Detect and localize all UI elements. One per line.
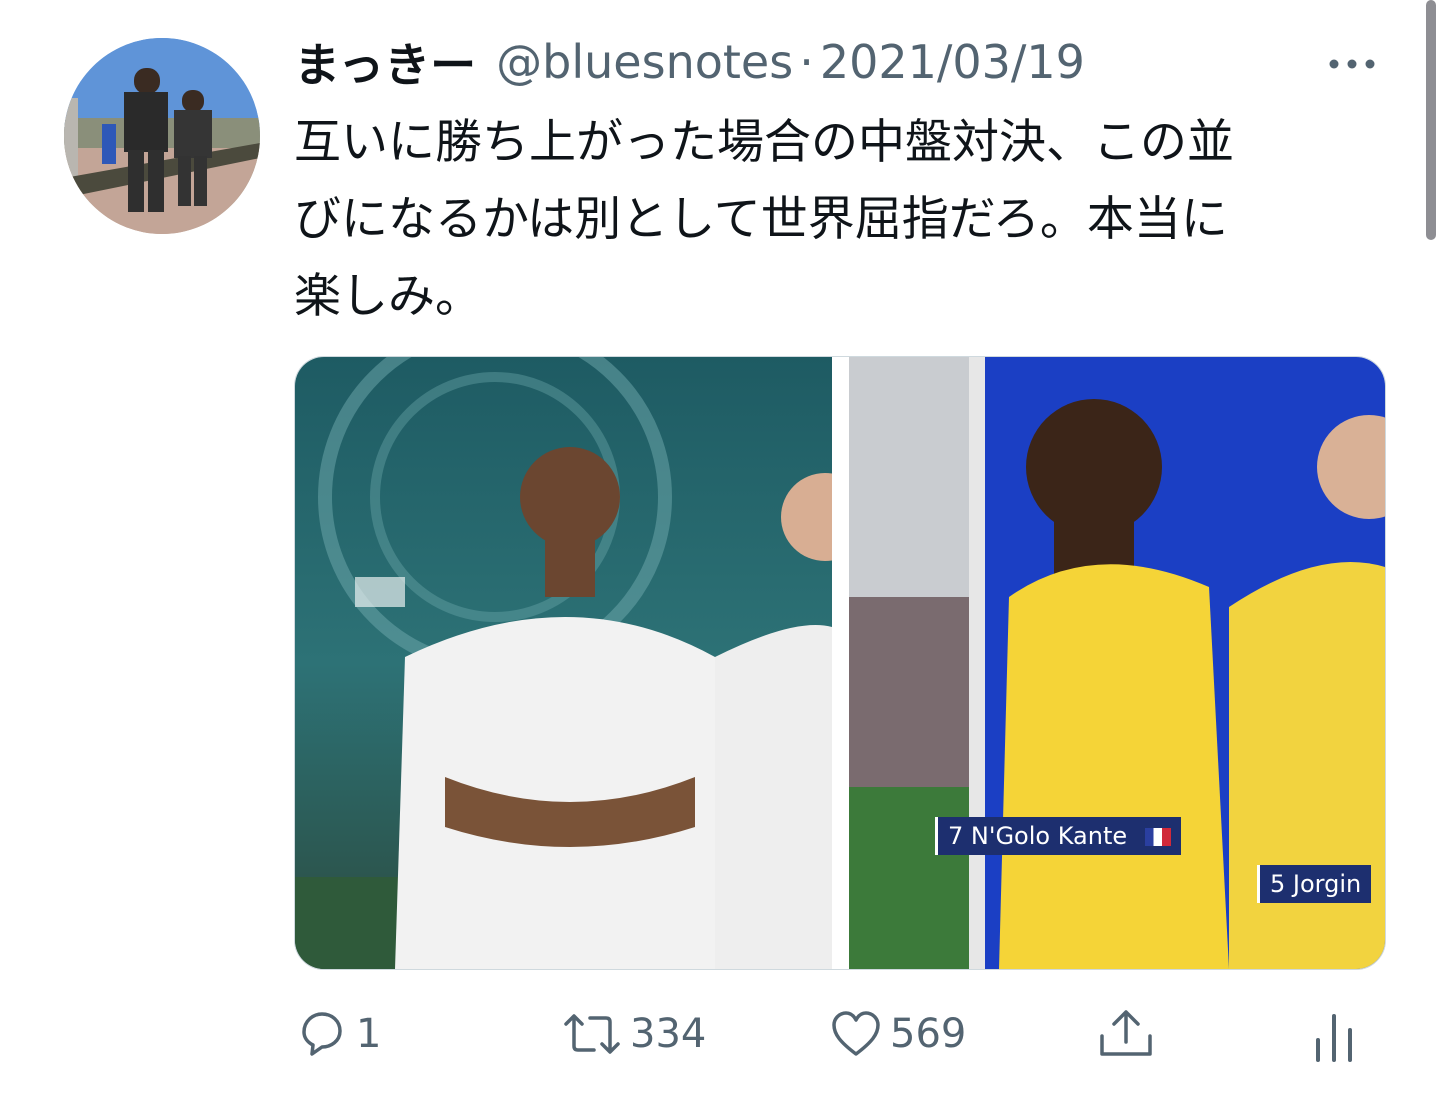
- tweet-text-line: 互いに勝ち上がった場合の中盤対決、この並: [294, 115, 1234, 170]
- like-button[interactable]: 569: [828, 1002, 966, 1066]
- tweet-actions: 1 334 569: [294, 1002, 1384, 1066]
- share-icon: [1100, 1010, 1152, 1056]
- tweet-text-line: 楽しみ。: [294, 269, 482, 324]
- heart-icon: [832, 1011, 880, 1056]
- display-name[interactable]: まっきー: [294, 29, 476, 95]
- caption-text: 5 Jorgin: [1270, 870, 1362, 898]
- player-caption-kante: 7 N'Golo Kante: [935, 817, 1182, 855]
- share-button[interactable]: [1094, 1002, 1158, 1066]
- separator: ·: [799, 35, 814, 89]
- player-caption-jorginho: 5 Jorgin: [1257, 865, 1372, 903]
- scrollbar[interactable]: [1426, 0, 1436, 240]
- retweet-icon: [564, 1014, 620, 1054]
- media-image-left[interactable]: [295, 357, 832, 969]
- analytics-icon: [1316, 1014, 1352, 1062]
- france-flag-icon: [1145, 828, 1172, 846]
- tweet-text-line: びになるかは別として世界屈指だろ。本当に: [294, 192, 1228, 247]
- tweet-media[interactable]: 7 N'Golo Kante 5 Jorgin: [294, 356, 1386, 970]
- reply-button[interactable]: 1: [294, 1002, 381, 1066]
- reply-icon: [302, 1012, 342, 1056]
- more-icon[interactable]: [1322, 44, 1382, 84]
- tweet-header: まっきー @bluesnotes · 2021/03/19: [294, 32, 1394, 92]
- like-count: 569: [890, 1011, 967, 1057]
- tweet-text: 互いに勝ち上がった場合の中盤対決、この並 びになるかは別として世界屈指だろ。本当に…: [294, 104, 1394, 335]
- user-handle[interactable]: @bluesnotes: [496, 35, 793, 89]
- tweet-date[interactable]: 2021/03/19: [820, 35, 1085, 89]
- avatar[interactable]: [64, 38, 260, 234]
- retweet-button[interactable]: 334: [560, 1002, 706, 1066]
- real-madrid-players-image: [295, 357, 832, 969]
- retweet-count: 334: [630, 1011, 707, 1057]
- avatar-photo: [64, 38, 260, 234]
- analytics-button[interactable]: [1306, 1002, 1362, 1066]
- reply-count: 1: [356, 1011, 382, 1057]
- caption-text: 7 N'Golo Kante: [948, 822, 1128, 850]
